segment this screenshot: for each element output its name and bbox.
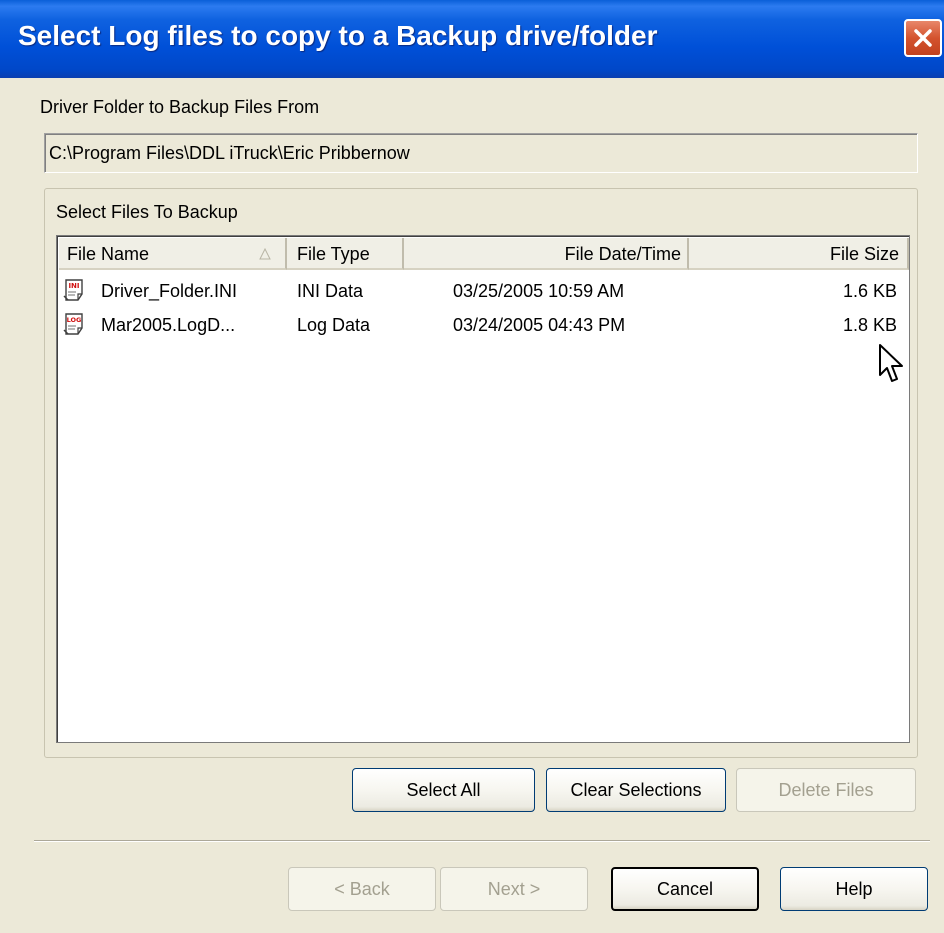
- icon-badge-label: INI: [68, 282, 79, 290]
- column-header-file-size[interactable]: File Size: [689, 238, 909, 270]
- folder-label: Driver Folder to Backup Files From: [40, 97, 320, 117]
- backup-dialog: Select Log files to copy to a Backup dri…: [0, 0, 944, 933]
- column-header-label: File Date/Time: [564, 244, 681, 264]
- next-button[interactable]: Next >: [440, 867, 588, 911]
- select-all-button[interactable]: Select All: [352, 768, 535, 812]
- log-file-icon: LOG: [63, 313, 83, 335]
- column-header-file-datetime[interactable]: File Date/Time: [404, 238, 689, 270]
- file-datetime-cell: 03/25/2005 10:59 AM: [453, 281, 625, 301]
- column-header-file-type[interactable]: File Type: [287, 238, 404, 270]
- file-name-cell: Mar2005.LogD...: [101, 315, 236, 335]
- list-header: File Name File Type File Date/Time File …: [59, 238, 909, 272]
- cancel-button[interactable]: Cancel: [611, 867, 759, 911]
- clear-selections-button[interactable]: Clear Selections: [546, 768, 726, 812]
- icon-badge-label: LOG: [67, 316, 82, 324]
- file-size-cell: 1.6 KB: [842, 281, 897, 301]
- close-button[interactable]: [904, 19, 942, 57]
- file-row[interactable]: LOG Mar2005.LogD... Log Data 03/24/2005 …: [59, 308, 909, 342]
- column-header-file-name[interactable]: File Name: [59, 238, 287, 270]
- title-bar[interactable]: Select Log files to copy to a Backup dri…: [0, 0, 944, 78]
- delete-files-button[interactable]: Delete Files: [736, 768, 916, 812]
- file-type-cell: INI Data: [297, 281, 364, 301]
- window-title: Select Log files to copy to a Backup dri…: [18, 20, 658, 51]
- folder-path-field: C:\Program Files\DDL iTruck\Eric Pribber…: [44, 133, 918, 173]
- button-separator: [34, 840, 930, 842]
- mouse-cursor-icon: [879, 344, 903, 382]
- ini-file-icon: INI: [63, 279, 83, 301]
- column-header-label: File Name: [67, 244, 150, 264]
- column-header-label: File Size: [829, 244, 899, 264]
- close-icon: [914, 29, 932, 47]
- sort-ascending-icon: [259, 248, 271, 260]
- file-type-cell: Log Data: [297, 315, 371, 335]
- files-group-label: Select Files To Backup: [56, 202, 238, 222]
- file-datetime-cell: 03/24/2005 04:43 PM: [453, 315, 626, 335]
- file-list[interactable]: File Name File Type File Date/Time File …: [56, 235, 910, 743]
- back-button[interactable]: < Back: [288, 867, 436, 911]
- file-name-cell: Driver_Folder.INI: [101, 281, 238, 301]
- help-button[interactable]: Help: [780, 867, 928, 911]
- file-row[interactable]: INI Driver_Folder.INI INI Data 03/25/200…: [59, 274, 909, 308]
- file-size-cell: 1.8 KB: [842, 315, 897, 335]
- column-header-label: File Type: [297, 244, 370, 264]
